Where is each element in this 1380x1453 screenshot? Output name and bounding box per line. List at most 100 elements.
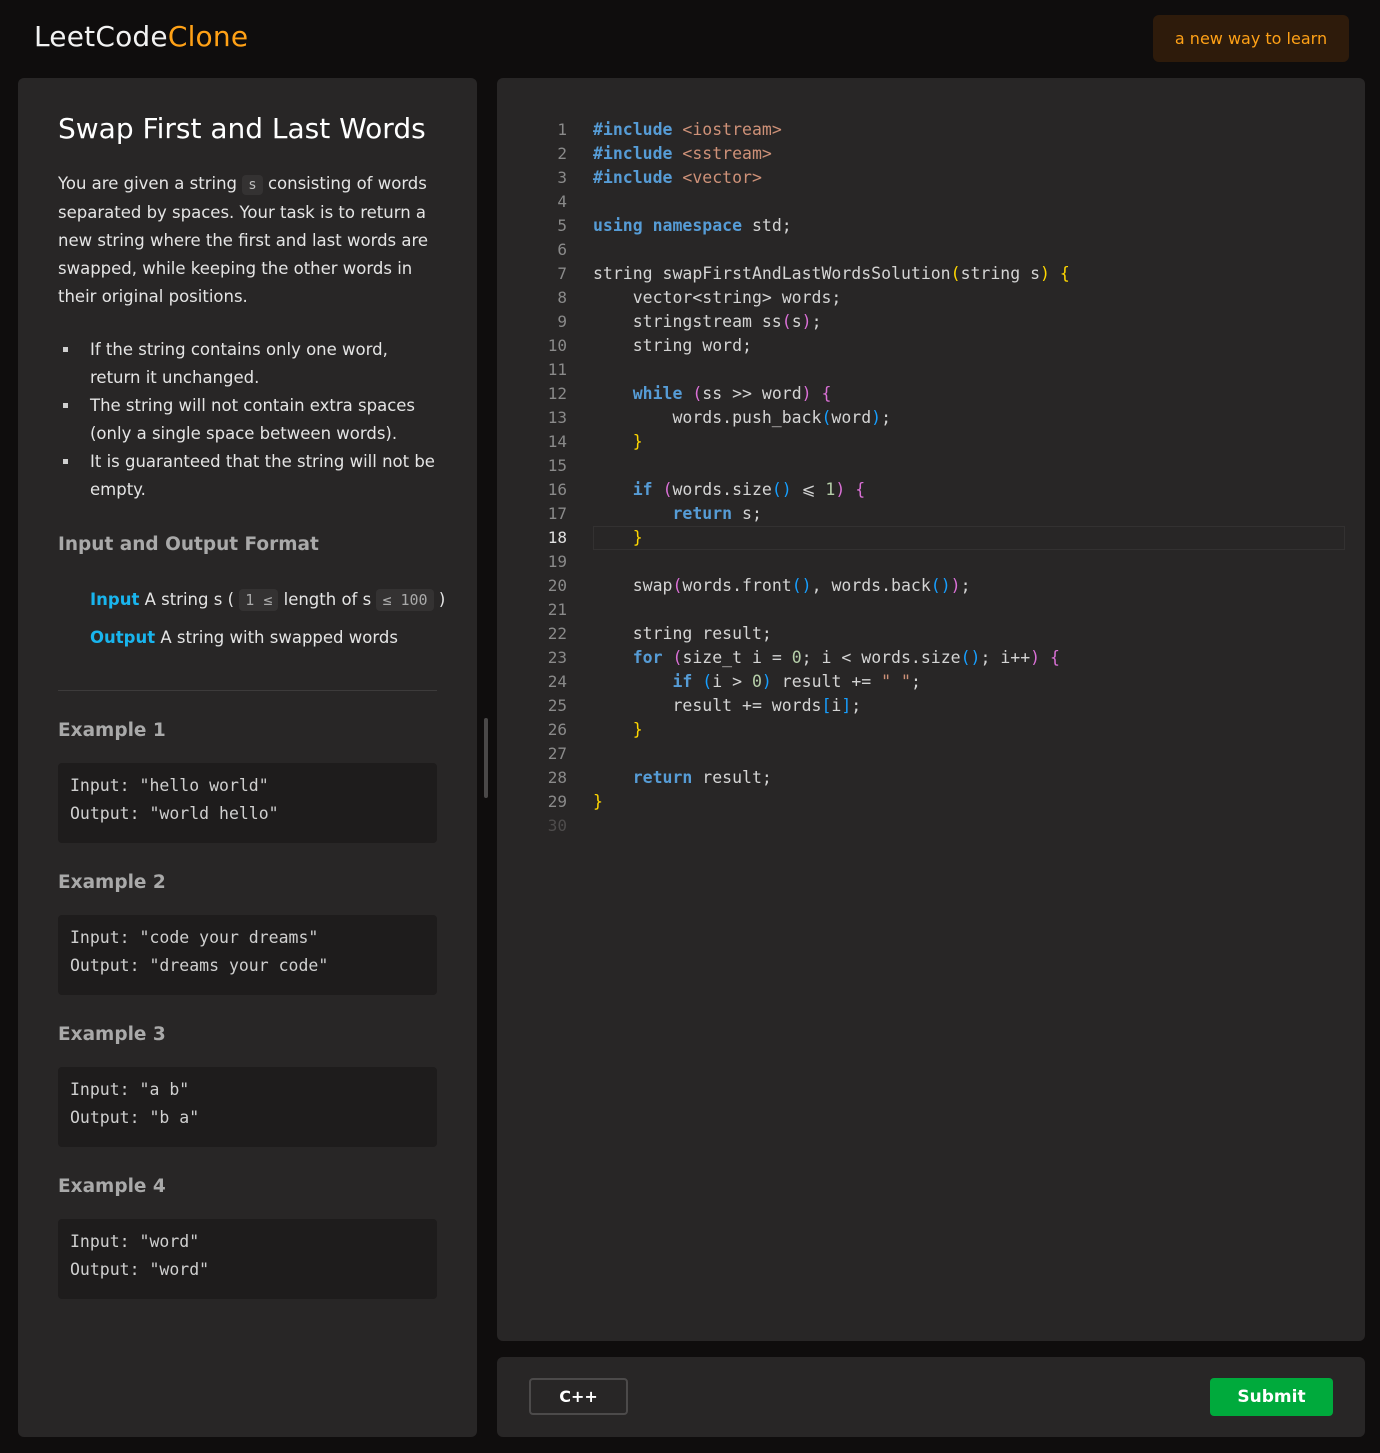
code-line[interactable]: 19: [497, 550, 1365, 574]
code-text[interactable]: #include <sstream>: [593, 142, 772, 166]
logo-main-text: LeetCode: [34, 20, 168, 53]
code-text[interactable]: for (size_t i = 0; i < words.size(); i++…: [593, 646, 1060, 670]
code-line[interactable]: 12 while (ss >> word) {: [497, 382, 1365, 406]
input-format: Input A string s ( 1 ≤ length of s ≤ 100…: [90, 589, 445, 611]
problem-title: Swap First and Last Words: [58, 112, 426, 145]
code-editor[interactable]: 1 #include <iostream> 2 #include <sstream> 3…: [497, 78, 1365, 1341]
example-box: Input: "code your dreams" Output: "dream…: [58, 915, 437, 995]
code-line[interactable]: 30: [497, 814, 1365, 838]
code-line[interactable]: 7 string swapFirstAndLastWordsSolution(st…: [497, 262, 1365, 286]
output-format: Output A string with swapped words: [90, 628, 398, 647]
code-text[interactable]: words.push_back(word);: [593, 406, 891, 430]
language-select-button[interactable]: C++: [529, 1378, 628, 1415]
code-text[interactable]: result += words[i];: [593, 694, 861, 718]
code-line[interactable]: 3 #include <vector>: [497, 166, 1365, 190]
code-text[interactable]: swap(words.front(), words.back());: [593, 574, 971, 598]
code-line[interactable]: 2 #include <sstream>: [497, 142, 1365, 166]
bullet-icon: [63, 347, 68, 352]
example-input: Input: "code your dreams": [70, 928, 319, 947]
constraints-list: If the string contains only one word, re…: [58, 336, 438, 504]
line-number: 12: [547, 384, 567, 403]
code-line[interactable]: 1 #include <iostream>: [497, 118, 1365, 142]
code-line[interactable]: 21: [497, 598, 1365, 622]
line-number: 23: [547, 648, 567, 667]
tagline-button[interactable]: a new way to learn: [1153, 15, 1349, 62]
input-label: Input: [90, 590, 140, 609]
panel-resize-handle[interactable]: [484, 718, 488, 798]
line-number: 7: [557, 264, 567, 283]
code-line[interactable]: 18 }: [497, 526, 1365, 550]
line-number: 11: [547, 360, 567, 379]
code-text[interactable]: string word;: [593, 334, 752, 358]
section-divider: [58, 690, 437, 691]
line-number: 27: [547, 744, 567, 763]
example-title: Example 4: [58, 1176, 166, 1197]
code-text[interactable]: }: [593, 430, 643, 454]
code-line[interactable]: 5 using namespace std;: [497, 214, 1365, 238]
line-number: 24: [547, 672, 567, 691]
code-text[interactable]: }: [593, 790, 603, 814]
line-number: 26: [547, 720, 567, 739]
line-number: 15: [547, 456, 567, 475]
code-text[interactable]: return s;: [593, 502, 761, 526]
code-text[interactable]: stringstream ss(s);: [593, 310, 822, 334]
code-text[interactable]: #include <vector>: [593, 166, 762, 190]
code-text[interactable]: while (ss >> word) {: [593, 382, 832, 406]
code-line[interactable]: 10 string word;: [497, 334, 1365, 358]
top-navbar: LeetCodeClone a new way to learn: [0, 0, 1380, 78]
example-title: Example 2: [58, 872, 166, 893]
code-line[interactable]: 4: [497, 190, 1365, 214]
line-number: 10: [547, 336, 567, 355]
app-logo[interactable]: LeetCodeClone: [34, 20, 248, 53]
code-line[interactable]: 22 string result;: [497, 622, 1365, 646]
code-text[interactable]: #include <iostream>: [593, 118, 782, 142]
code-text[interactable]: return result;: [593, 766, 772, 790]
code-line[interactable]: 29}: [497, 790, 1365, 814]
line-number: 1: [557, 120, 567, 139]
input-code-2: ≤ 100: [376, 589, 434, 611]
problem-description: You are given a string s consisting of w…: [58, 170, 430, 311]
code-line[interactable]: 16 if (words.size() ⩽ 1) {: [497, 478, 1365, 502]
line-number: 29: [547, 792, 567, 811]
description-inline-code: s: [242, 175, 263, 195]
submit-button[interactable]: Submit: [1210, 1378, 1333, 1416]
code-line[interactable]: 25 result += words[i];: [497, 694, 1365, 718]
line-number: 22: [547, 624, 567, 643]
logo-accent-text: Clone: [167, 20, 249, 53]
code-text[interactable]: vector<string> words;: [593, 286, 842, 310]
code-line[interactable]: 23 for (size_t i = 0; i < words.size(); …: [497, 646, 1365, 670]
example-input: Input: "word": [70, 1232, 200, 1251]
code-line[interactable]: 9 stringstream ss(s);: [497, 310, 1365, 334]
code-text[interactable]: using namespace std;: [593, 214, 792, 238]
code-text[interactable]: string swapFirstAndLastWordsSolution(str…: [593, 262, 1070, 286]
example-title: Example 3: [58, 1024, 166, 1045]
code-line[interactable]: 8 vector<string> words;: [497, 286, 1365, 310]
code-text[interactable]: }: [593, 526, 643, 550]
output-label: Output: [90, 628, 156, 647]
line-number: 6: [557, 240, 567, 259]
code-line[interactable]: 13 words.push_back(word);: [497, 406, 1365, 430]
line-number: 13: [547, 408, 567, 427]
code-line[interactable]: 11: [497, 358, 1365, 382]
example-output: Output: "dreams your code": [70, 956, 329, 975]
code-lines[interactable]: 1 #include <iostream> 2 #include <sstream> 3…: [497, 118, 1365, 838]
code-line[interactable]: 20 swap(words.front(), words.back());: [497, 574, 1365, 598]
output-text: A string with swapped words: [155, 628, 398, 647]
code-text[interactable]: string result;: [593, 622, 772, 646]
code-text[interactable]: if (words.size() ⩽ 1) {: [593, 478, 865, 502]
code-text[interactable]: }: [593, 718, 643, 742]
code-line[interactable]: 17 return s;: [497, 502, 1365, 526]
line-number: 9: [557, 312, 567, 331]
example-output: Output: "b a": [70, 1108, 200, 1127]
code-text[interactable]: if (i > 0) result += " ";: [593, 670, 920, 694]
code-line[interactable]: 26 }: [497, 718, 1365, 742]
constraint-text: If the string contains only one word, re…: [90, 340, 388, 387]
editor-footer: C++ Submit: [497, 1357, 1365, 1437]
code-line[interactable]: 27: [497, 742, 1365, 766]
code-line[interactable]: 15: [497, 454, 1365, 478]
code-line[interactable]: 6: [497, 238, 1365, 262]
code-line[interactable]: 14 }: [497, 430, 1365, 454]
line-number: 14: [547, 432, 567, 451]
code-line[interactable]: 24 if (i > 0) result += " ";: [497, 670, 1365, 694]
code-line[interactable]: 28 return result;: [497, 766, 1365, 790]
